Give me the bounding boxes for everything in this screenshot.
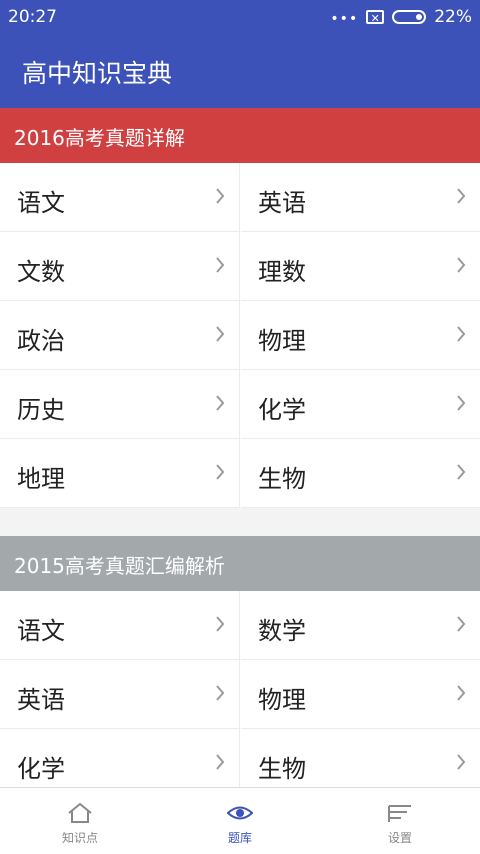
subject-label: 物理: [258, 327, 306, 355]
more-dots-icon: •••: [330, 11, 359, 27]
subject-label: 数学: [258, 617, 306, 645]
nav-label: 设置: [387, 831, 412, 845]
settings-lines-icon: [388, 805, 411, 822]
subject-label: 物理: [258, 686, 306, 714]
subject-label: 生物: [258, 465, 306, 493]
nav-label: 题库: [227, 831, 252, 845]
section-header-2015: 2015高考真题汇编解析: [0, 536, 480, 591]
chevron-right-icon: [457, 326, 466, 342]
bottom-navigation: 知识点 题库 设置: [0, 787, 480, 854]
battery-percent: 22%: [434, 7, 472, 27]
subject-label: 理数: [258, 258, 306, 286]
chevron-right-icon: [457, 754, 466, 770]
subject-label: 历史: [17, 396, 65, 424]
subject-item[interactable]: 历史: [0, 370, 239, 439]
subject-item[interactable]: 理数: [241, 232, 480, 301]
subject-label: 化学: [17, 755, 65, 783]
subject-item[interactable]: 英语: [241, 163, 480, 232]
chevron-right-icon: [216, 257, 225, 273]
section-title: 2015高考真题汇编解析: [14, 554, 225, 578]
subject-label: 政治: [17, 327, 65, 355]
subject-item[interactable]: 地理: [0, 439, 239, 508]
subject-item[interactable]: 物理: [241, 301, 480, 370]
chevron-right-icon: [457, 616, 466, 632]
subject-label: 地理: [17, 465, 65, 493]
subject-item[interactable]: 化学: [0, 729, 239, 787]
subject-label: 生物: [258, 755, 306, 783]
subject-item[interactable]: 英语: [0, 660, 239, 729]
subject-item[interactable]: 生物: [241, 439, 480, 508]
chevron-right-icon: [216, 754, 225, 770]
no-sim-icon: ✕: [366, 10, 385, 25]
subject-grid-2015: 语文 数学英语 物理化学 生物: [0, 591, 480, 787]
subject-item[interactable]: 文数: [0, 232, 239, 301]
subject-item[interactable]: 语文: [0, 591, 239, 660]
nav-settings[interactable]: 设置: [320, 788, 480, 854]
section-title: 2016高考真题详解: [14, 126, 185, 150]
nav-question-bank[interactable]: 题库: [160, 788, 320, 854]
subject-label: 语文: [17, 189, 65, 217]
chevron-right-icon: [216, 188, 225, 204]
chevron-right-icon: [216, 326, 225, 342]
status-bar: 20:27 ••• ✕ 22%: [0, 0, 480, 34]
section-header-2016: 2016高考真题详解: [0, 108, 480, 163]
subject-label: 语文: [17, 617, 65, 645]
chevron-right-icon: [216, 395, 225, 411]
app-bar: 高中知识宝典: [0, 34, 480, 108]
chevron-right-icon: [457, 257, 466, 273]
subject-item[interactable]: 语文: [0, 163, 239, 232]
subject-grid-2016: 语文 英语文数 理数政治 物理历史 化学地理 生物: [0, 163, 480, 508]
battery-icon: [392, 10, 427, 24]
home-icon: [68, 802, 92, 823]
app-title: 高中知识宝典: [22, 59, 173, 88]
status-time: 20:27: [8, 7, 57, 27]
subject-item[interactable]: 物理: [241, 660, 480, 729]
section-gap: [0, 508, 480, 536]
subject-label: 英语: [258, 189, 306, 217]
chevron-right-icon: [457, 395, 466, 411]
column-divider: [239, 163, 240, 508]
subject-label: 英语: [17, 686, 65, 714]
nav-knowledge[interactable]: 知识点: [0, 788, 160, 854]
subject-label: 文数: [17, 258, 65, 286]
subject-item[interactable]: 政治: [0, 301, 239, 370]
subject-item[interactable]: 生物: [241, 729, 480, 787]
chevron-right-icon: [216, 464, 225, 480]
chevron-right-icon: [457, 464, 466, 480]
eye-icon: [227, 806, 253, 820]
status-icons: ••• ✕ 22%: [330, 7, 472, 27]
chevron-right-icon: [457, 188, 466, 204]
chevron-right-icon: [216, 685, 225, 701]
subject-label: 化学: [258, 396, 306, 424]
subject-item[interactable]: 化学: [241, 370, 480, 439]
column-divider: [239, 591, 240, 787]
subject-item[interactable]: 数学: [241, 591, 480, 660]
chevron-right-icon: [457, 685, 466, 701]
nav-label: 知识点: [61, 831, 98, 845]
chevron-right-icon: [216, 616, 225, 632]
